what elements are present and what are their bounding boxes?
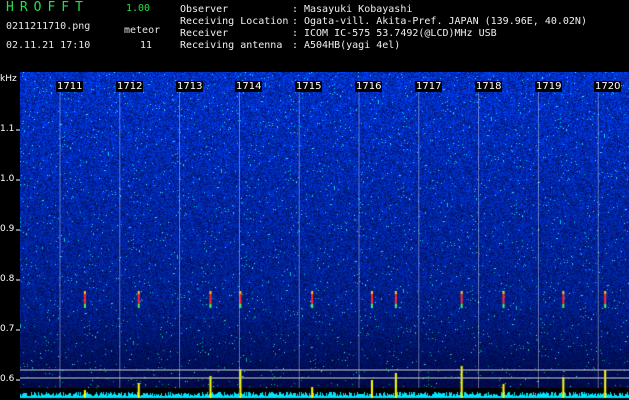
minute-label: 1714 (235, 81, 263, 92)
location-sep: : (292, 16, 299, 27)
app-title: HROFFT (6, 0, 89, 15)
frequency-axis: kHz 1.1 1.0 0.9 0.8 0.7 0.6 (0, 72, 20, 400)
meteor-count: 11 (140, 40, 153, 51)
spectrogram-panel: kHz 1.1 1.0 0.9 0.8 0.7 0.6 1711 1712 17… (0, 72, 629, 400)
location-value: Ogata-vill. Akita-Pref. JAPAN (139.96E, … (304, 16, 587, 27)
antenna-value: A504HB(yagi 4el) (304, 40, 401, 51)
minute-label: 1717 (415, 81, 443, 92)
ytick-label: 0.9 (0, 224, 15, 234)
ytick-label: 0.6 (0, 374, 15, 384)
antenna-key: Receiving antenna (180, 40, 283, 51)
frequency-unit-label: kHz (0, 74, 17, 84)
meteor-label: meteor (124, 25, 161, 36)
ytick-label: 1.0 (0, 174, 15, 184)
minute-label: 1712 (116, 81, 144, 92)
ytick-label: 0.7 (0, 324, 15, 334)
observer-key: Observer (180, 4, 229, 15)
spectrogram-overlay (16, 92, 629, 388)
minute-label: 1718 (475, 81, 503, 92)
antenna-sep: : (292, 40, 299, 51)
receiver-value: ICOM IC-575 53.7492(@LCD)MHz USB (304, 28, 497, 39)
minute-label: 1719 (535, 81, 563, 92)
minute-label: 1711 (56, 81, 84, 92)
location-key: Receiving Location (180, 16, 289, 27)
receiver-sep: : (292, 28, 299, 39)
minute-label: 1713 (176, 81, 204, 92)
timestamp: 02.11.21 17:10 (6, 40, 91, 51)
file-name: 0211211710.png (6, 21, 91, 32)
header-panel: HROFFT 1.00 0211211710.png meteor 02.11.… (0, 0, 629, 72)
minute-label: 1720 (594, 81, 622, 92)
observer-sep: : (292, 4, 299, 15)
receiver-key: Receiver (180, 28, 229, 39)
app-version: 1.00 (126, 3, 151, 14)
minute-label: 1715 (295, 81, 323, 92)
observer-value: Masayuki Kobayashi (304, 4, 413, 15)
minute-label: 1716 (355, 81, 383, 92)
ytick-label: 1.1 (0, 124, 15, 134)
ytick-label: 0.8 (0, 274, 15, 284)
